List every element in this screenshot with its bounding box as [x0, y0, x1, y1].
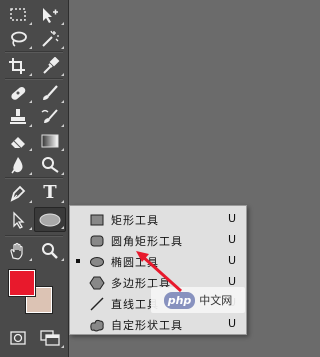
menu-item-label: 自定形状工具	[111, 319, 183, 332]
arrow-cursor-icon	[13, 210, 25, 229]
menu-item-label: 矩形工具	[111, 214, 159, 227]
healing-brush-tool[interactable]	[3, 80, 33, 105]
dashed-rect-icon	[10, 7, 26, 21]
blur-tool[interactable]	[3, 152, 33, 177]
foreground-color-swatch[interactable]	[9, 270, 35, 296]
shortcut-key: U	[228, 254, 237, 267]
clone-stamp-tool[interactable]	[3, 104, 33, 129]
magnifier-icon	[42, 242, 58, 259]
brush-tool[interactable]	[35, 80, 65, 105]
type-tool[interactable]: T	[35, 180, 65, 205]
dodge-tool[interactable]	[35, 152, 65, 177]
pen-tool[interactable]	[3, 180, 33, 205]
dodge-icon	[42, 156, 59, 173]
crop-tool[interactable]	[3, 53, 33, 78]
menu-item-rounded-rectangle-tool[interactable]: 圆角矩形工具 U	[70, 230, 246, 251]
rounded-rectangle-icon	[88, 232, 106, 249]
custom-shape-icon	[88, 316, 106, 333]
lasso-tool[interactable]	[3, 26, 33, 51]
pen-icon	[10, 185, 26, 202]
eyedropper-icon	[43, 56, 60, 74]
ellipse-icon	[39, 213, 61, 226]
magic-wand-tool[interactable]	[35, 26, 65, 51]
crop-icon	[9, 57, 25, 74]
gradient-icon	[41, 134, 59, 147]
type-icon: T	[43, 181, 57, 203]
ellipse-icon	[88, 253, 106, 270]
hand-tool[interactable]	[3, 238, 33, 263]
eraser-icon	[11, 136, 25, 148]
history-brush-icon	[41, 108, 58, 123]
marquee-tool[interactable]	[3, 2, 33, 27]
screen-mode-icon	[40, 329, 60, 346]
line-icon	[88, 295, 106, 312]
history-brush-tool[interactable]	[35, 104, 65, 129]
menu-item-label: 椭圆工具	[111, 256, 159, 269]
magic-wand-icon	[42, 30, 59, 47]
zoom-tool[interactable]	[35, 238, 65, 263]
menu-item-ellipse-tool[interactable]: 椭圆工具 U	[70, 251, 246, 272]
polygon-icon	[88, 274, 106, 291]
bandage-icon	[11, 86, 26, 100]
hand-icon	[10, 242, 23, 260]
brush-icon	[43, 84, 58, 100]
quick-mask-icon	[10, 330, 26, 345]
move-arrow-icon	[43, 7, 58, 23]
menu-item-label: 圆角矩形工具	[111, 235, 183, 248]
menu-item-rectangle-tool[interactable]: 矩形工具 U	[70, 209, 246, 230]
screen-mode[interactable]	[35, 325, 65, 350]
menu-item-custom-shape-tool[interactable]: 自定形状工具 U	[70, 314, 246, 335]
path-selection-tool[interactable]	[3, 207, 33, 232]
eraser-tool[interactable]	[3, 128, 33, 153]
move-tool[interactable]	[35, 2, 65, 27]
ellipse-tool[interactable]	[34, 207, 66, 232]
shortcut-key: U	[228, 317, 237, 330]
gradient-tool[interactable]	[35, 128, 65, 153]
php-logo: php	[163, 291, 196, 309]
tools-panel: T	[0, 0, 69, 357]
rectangle-icon	[88, 211, 106, 228]
shape-tools-flyout: 矩形工具 U 圆角矩形工具 U 椭圆工具 U 多边形工具 U 直线工具 U 自定…	[69, 205, 247, 335]
selected-indicator	[76, 259, 80, 263]
shortcut-key: U	[228, 212, 237, 225]
lasso-icon	[11, 31, 27, 47]
watermark-text: 中文网	[199, 294, 233, 307]
quick-mask-mode[interactable]	[3, 325, 33, 350]
drop-icon	[11, 156, 23, 173]
stamp-icon	[10, 108, 26, 124]
shortcut-key: U	[228, 233, 237, 246]
watermark: php 中文网	[151, 287, 245, 313]
eyedropper-tool[interactable]	[35, 53, 65, 78]
